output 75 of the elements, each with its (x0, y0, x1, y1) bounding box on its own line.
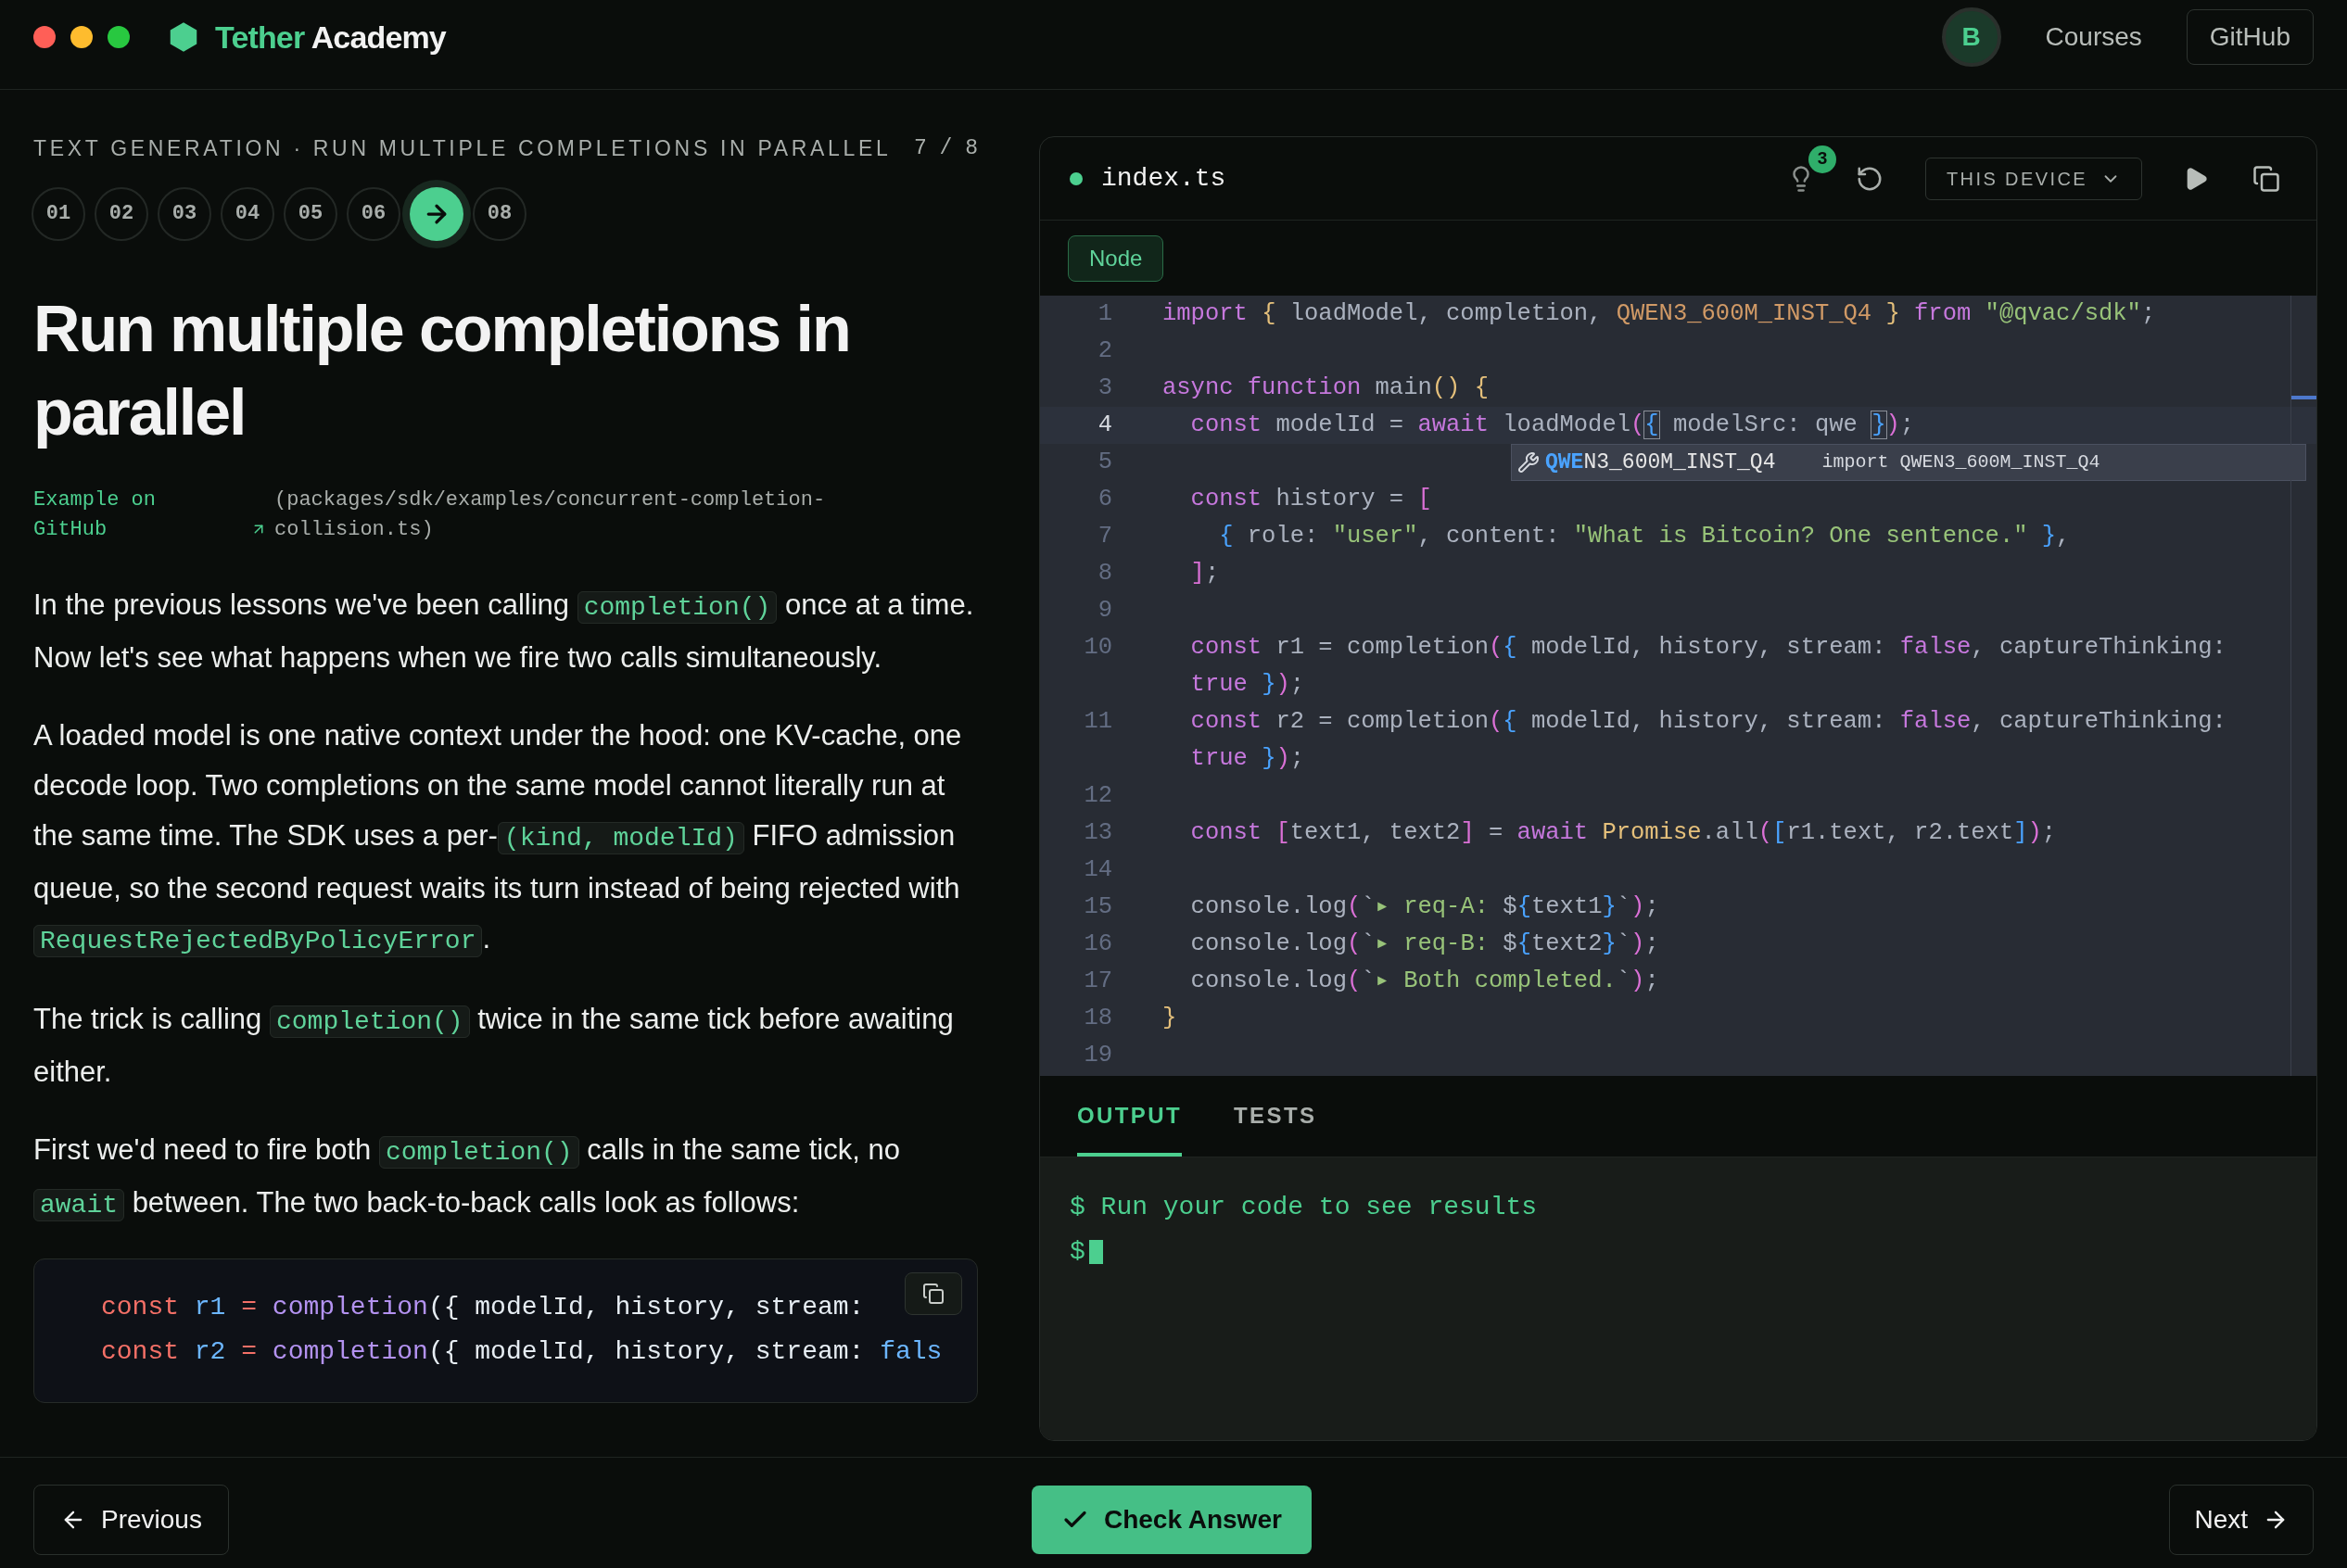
previous-button[interactable]: Previous (33, 1484, 229, 1555)
avatar[interactable]: B (1941, 7, 2001, 67)
lesson-paragraph: The trick is calling completion() twice in the same tick before awaiting either. (33, 1001, 955, 1090)
suggestion-detail: import QWEN3_600M_INST_Q4 (1821, 450, 2100, 474)
device-select[interactable]: THIS DEVICE (1925, 157, 2142, 200)
step-button[interactable]: 01 (32, 186, 85, 241)
autocomplete-popup[interactable]: QWEN3_600M_INST_Q4 import QWEN3_600M_INST_Q4 (1511, 444, 2306, 481)
maximize-window-icon[interactable] (108, 26, 130, 48)
line-number: 17 (1083, 967, 1112, 996)
progress-counter: 7 / 8 (914, 135, 978, 162)
check-answer-button[interactable]: Check Answer (1031, 1485, 1312, 1554)
code-line: console.log(`▸ req-B: ${text2}`); (1189, 929, 1659, 959)
hints-count-badge: 3 (1808, 145, 1836, 173)
output-line: $ Run your code to see results (1070, 1192, 1538, 1223)
lesson-paragraph: In the previous lessons we've been calling completion() once at a time. Now let's see what happens when we fire two calls simultaneously. (33, 587, 975, 676)
line-number: 6 (1097, 485, 1112, 514)
line-number: 16 (1083, 929, 1112, 959)
step-button[interactable]: 03 (158, 186, 211, 241)
line-number: 4 (1097, 411, 1112, 440)
code-line: } (1162, 1004, 1177, 1033)
runtime-tag: Node (1068, 234, 1164, 282)
copy-icon (2252, 164, 2280, 193)
code-line: console.log(`▸ Both completed.`); (1189, 967, 1659, 996)
code-line: ]; (1189, 559, 1220, 588)
line-number: 3 (1097, 373, 1112, 403)
wrench-icon (1517, 451, 1540, 474)
copy-button[interactable] (905, 1271, 962, 1315)
code-line: const r1 = completion({ modelId, history, stream: false, captureThinking: true }); (1189, 633, 2226, 700)
lesson-title: Run multiple completions in parallel (33, 291, 851, 450)
code-line: import { loadModel, completion, QWEN3_600M_INST_Q4 } from "@qvac/sdk"; (1162, 299, 2156, 329)
line-number: 11 (1083, 707, 1112, 737)
code-line: { role: "user", content: "What is Bitcoin? One sentence." }, (1218, 522, 2071, 551)
line-number: 5 (1097, 448, 1112, 477)
line-number: 7 (1097, 522, 1112, 551)
github-example-link[interactable]: Example on GitHub (33, 485, 209, 545)
next-button[interactable]: Next (2169, 1484, 2314, 1555)
output-tab[interactable]: TESTS (1234, 1099, 1317, 1157)
code-line: const history = [ (1189, 485, 1432, 514)
step-button[interactable]: 08 (473, 186, 526, 241)
line-number: 18 (1083, 1004, 1112, 1033)
line-number: 9 (1097, 596, 1112, 626)
breadcrumb: TEXT GENERATION · RUN MULTIPLE COMPLETIONS IN PARALLEL (33, 135, 892, 162)
line-number: 10 (1083, 633, 1112, 663)
close-window-icon[interactable] (33, 26, 56, 48)
step-button[interactable]: 04 (221, 186, 274, 241)
code-line: console.log(`▸ req-A: ${text1}`); (1189, 892, 1659, 922)
brand-name: Tether Academy (215, 18, 446, 57)
code-line: const modelId = await loadModel({ modelSrc: qwe }); (1189, 411, 1915, 440)
courses-link[interactable]: Courses (2045, 18, 2142, 57)
source-path: (packages/sdk/examples/concurrent-completion-collision.ts) (274, 487, 827, 543)
step-button[interactable]: 05 (284, 186, 337, 241)
suggestion-label: QWEN3_600M_INST_Q4 (1545, 449, 1776, 476)
line-number: 2 (1097, 336, 1112, 366)
line-number: 15 (1083, 892, 1112, 922)
step-button[interactable]: 06 (347, 186, 400, 241)
line-number: 13 (1083, 818, 1112, 848)
lesson-paragraph: A loaded model is one native context under the hood: one KV-cache, one decode loop. Two completions on the same model cannot literally run at the same time. The SDK uses a per- (kind, modelId) FIFO admission queue, so the second request waits its turn instead of being rejected with RequestRejectedByPolicyError . (33, 717, 963, 959)
line-number: 19 (1083, 1041, 1112, 1070)
lesson-paragraph: First we'd need to fire both completion() calls in the same tick, no await between. The two back-to-back calls look as follows: (33, 1132, 901, 1223)
line-number: 1 (1097, 299, 1112, 329)
minimize-window-icon[interactable] (70, 26, 93, 48)
file-name: index.ts (1101, 162, 1226, 195)
terminal-cursor (1088, 1240, 1103, 1264)
code-line: const r2 = completion({ modelId, history, stream: fals (101, 1335, 943, 1368)
output-line: $ (1070, 1236, 1085, 1268)
line-number: 14 (1083, 855, 1112, 885)
line-number: 8 (1097, 559, 1112, 588)
line-number: 12 (1083, 781, 1112, 811)
code-line: const r1 = completion({ modelId, history, stream: (101, 1291, 865, 1323)
copy-icon (922, 1282, 945, 1305)
code-line: const r2 = completion({ modelId, history, stream: false, captureThinking: true }); (1189, 707, 2226, 774)
step-button[interactable]: 02 (95, 186, 148, 241)
code-line: async function main() { (1162, 373, 1489, 403)
github-button[interactable]: GitHub (2186, 9, 2314, 65)
code-line: const [text1, text2] = await Promise.all([r1.text, r2.text]); (1189, 818, 2057, 848)
